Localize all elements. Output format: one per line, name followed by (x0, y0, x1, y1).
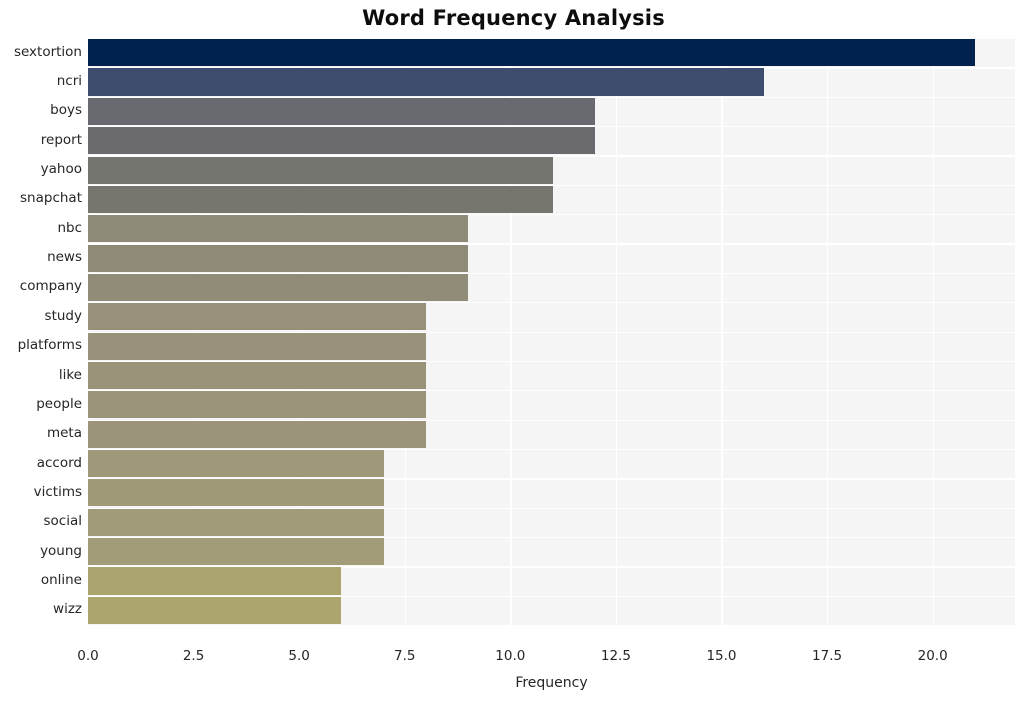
y-axis-tick-label: snapchat (20, 190, 82, 207)
bar (88, 391, 426, 419)
bar (88, 538, 384, 566)
y-axis-tick-label: online (40, 571, 82, 588)
bar (88, 244, 469, 272)
y-axis-tick-label: boys (50, 102, 82, 119)
bar (88, 450, 384, 478)
bar (88, 273, 469, 302)
y-axis-tick-label: wizz (53, 601, 82, 618)
y-axis-tick-label: people (36, 395, 82, 412)
y-axis-tick-label: news (47, 249, 82, 266)
y-axis-tick-label: young (40, 542, 82, 559)
x-axis-tick-label: 12.5 (600, 648, 631, 664)
bar (88, 68, 764, 96)
y-axis-tick-label: company (19, 278, 82, 295)
bar (88, 97, 595, 125)
bar (88, 596, 342, 624)
bar (88, 185, 553, 213)
bar (88, 332, 426, 360)
bar (88, 508, 384, 536)
x-axis-tick-labels: 0.0 2.5 5.0 7.5 10.0 12.5 15.0 17.5 20.0 (0, 648, 1027, 668)
x-axis-tick-label: 5.0 (288, 648, 310, 664)
bar (88, 303, 426, 331)
horizontal-gridline (88, 625, 1015, 627)
x-axis-tick-label: 10.0 (495, 648, 526, 664)
y-axis-tick-label: ncri (56, 73, 82, 90)
y-axis-tick-label: accord (36, 454, 82, 471)
bar (88, 215, 469, 243)
y-axis-tick-label: like (58, 366, 82, 383)
bar (88, 567, 342, 595)
y-axis-tick-label: meta (46, 425, 82, 442)
bar (88, 361, 426, 390)
word-frequency-chart: Word Frequency Analysis sextortion ncri bo… (0, 0, 1027, 701)
y-axis-tick-label: social (43, 513, 83, 530)
bar (88, 420, 426, 448)
y-axis-tick-label: sextortion (13, 43, 82, 60)
y-axis-tick-label: yahoo (40, 161, 82, 178)
x-axis-tick-label: 17.5 (812, 648, 843, 664)
y-axis-tick-label: nbc (57, 219, 82, 236)
plot-area (88, 38, 1015, 627)
x-axis-tick-label: 2.5 (182, 648, 205, 664)
bar (88, 127, 595, 155)
x-axis-title: Frequency (515, 675, 588, 691)
y-axis-tick-label: report (40, 131, 82, 148)
y-axis-tick-labels: sextortion ncri boys report yahoo snapchat nbc… (0, 38, 82, 625)
bar (88, 156, 553, 184)
chart-title: Word Frequency Analysis (362, 6, 665, 30)
x-axis-tick-label: 15.0 (706, 648, 737, 664)
x-axis-tick-label: 0.0 (77, 648, 99, 664)
bar (88, 39, 975, 67)
bar (88, 479, 384, 507)
y-axis-tick-label: study (44, 307, 82, 324)
x-axis-tick-label: 7.5 (393, 648, 416, 664)
y-axis-tick-label: victims (33, 483, 82, 500)
x-axis-tick-label: 20.0 (917, 648, 948, 664)
y-axis-tick-label: platforms (17, 337, 82, 354)
